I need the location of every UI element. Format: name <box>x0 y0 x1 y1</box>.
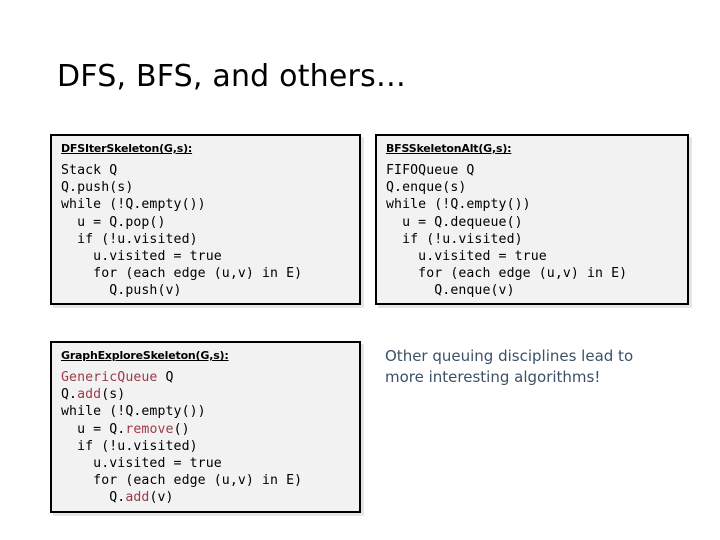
code-box-graph-explore: GraphExploreSkeleton(G,s): GenericQueue … <box>50 341 361 513</box>
code-line: Q.add(s) <box>61 386 352 403</box>
code-token-highlighted: remove <box>125 421 174 437</box>
code-box-bfs: BFSSkeletonAlt(G,s): FIFOQueue Q Q.enque(… <box>375 134 689 305</box>
code-line: for (each edge (u,v) in E) <box>61 472 352 489</box>
code-box-graph-explore-header: GraphExploreSkeleton(G,s): <box>61 349 229 362</box>
code-line: GenericQueue Q <box>61 369 352 386</box>
page-title: DFS, BFS, and others… <box>57 59 407 94</box>
code-box-graph-explore-body: GenericQueue Q Q.add(s) while (!Q.empty())… <box>61 369 352 507</box>
code-line: Q.add(v) <box>61 489 352 506</box>
code-line: if (!u.visited) <box>386 231 523 247</box>
code-token: () <box>173 421 190 437</box>
code-box-dfs-header: DFSIterSkeleton(G,s): <box>61 142 193 155</box>
code-line: while (!Q.empty()) <box>61 197 206 213</box>
code-line: Q.enque(s) <box>386 180 467 196</box>
code-token: (v) <box>149 490 174 506</box>
code-line: Q.push(v) <box>61 283 182 299</box>
code-line: Q.enque(v) <box>386 283 515 299</box>
code-line: FIFOQueue Q <box>386 163 475 178</box>
code-line: u.visited = true <box>61 249 222 265</box>
code-line: u.visited = true <box>61 455 352 472</box>
code-line: u.visited = true <box>386 249 547 265</box>
code-token-highlighted: add <box>77 387 102 403</box>
code-token: u.visited = true <box>61 456 222 472</box>
code-token: u = Q. <box>61 421 126 437</box>
code-token: while (!Q.empty()) <box>61 404 206 420</box>
code-line: u = Q.remove() <box>61 421 352 438</box>
code-token-highlighted: add <box>125 490 150 506</box>
slide-canvas: DFS, BFS, and others… DFSIterSkeleton(G,… <box>0 0 720 540</box>
code-line: Q.push(s) <box>61 180 134 196</box>
code-token: (s) <box>101 387 126 403</box>
code-line: Stack Q <box>61 163 118 178</box>
code-line: for (each edge (u,v) in E) <box>386 266 628 282</box>
code-line: while (!Q.empty()) <box>61 403 352 420</box>
callout-text: Other queuing disciplines lead to more i… <box>385 347 634 386</box>
code-line: u = Q.pop() <box>61 214 166 230</box>
code-token: Q <box>157 370 174 385</box>
code-box-bfs-header: BFSSkeletonAlt(G,s): <box>386 142 512 155</box>
code-box-bfs-body: FIFOQueue Q Q.enque(s) while (!Q.empty()) … <box>386 162 680 300</box>
code-token-highlighted: GenericQueue <box>61 370 158 385</box>
code-token: for (each edge (u,v) in E) <box>61 473 303 489</box>
code-box-dfs-body: Stack Q Q.push(s) while (!Q.empty()) u = Q… <box>61 162 352 300</box>
code-token: if (!u.visited) <box>61 438 198 454</box>
code-box-dfs: DFSIterSkeleton(G,s): Stack Q Q.push(s) wh… <box>50 134 361 305</box>
code-token: Q. <box>61 387 78 403</box>
code-line: if (!u.visited) <box>61 231 198 247</box>
code-line: u = Q.dequeue() <box>386 214 523 230</box>
code-line: while (!Q.empty()) <box>386 197 531 213</box>
code-token: Q. <box>61 490 126 506</box>
code-line: for (each edge (u,v) in E) <box>61 266 303 282</box>
code-line: if (!u.visited) <box>61 438 352 455</box>
